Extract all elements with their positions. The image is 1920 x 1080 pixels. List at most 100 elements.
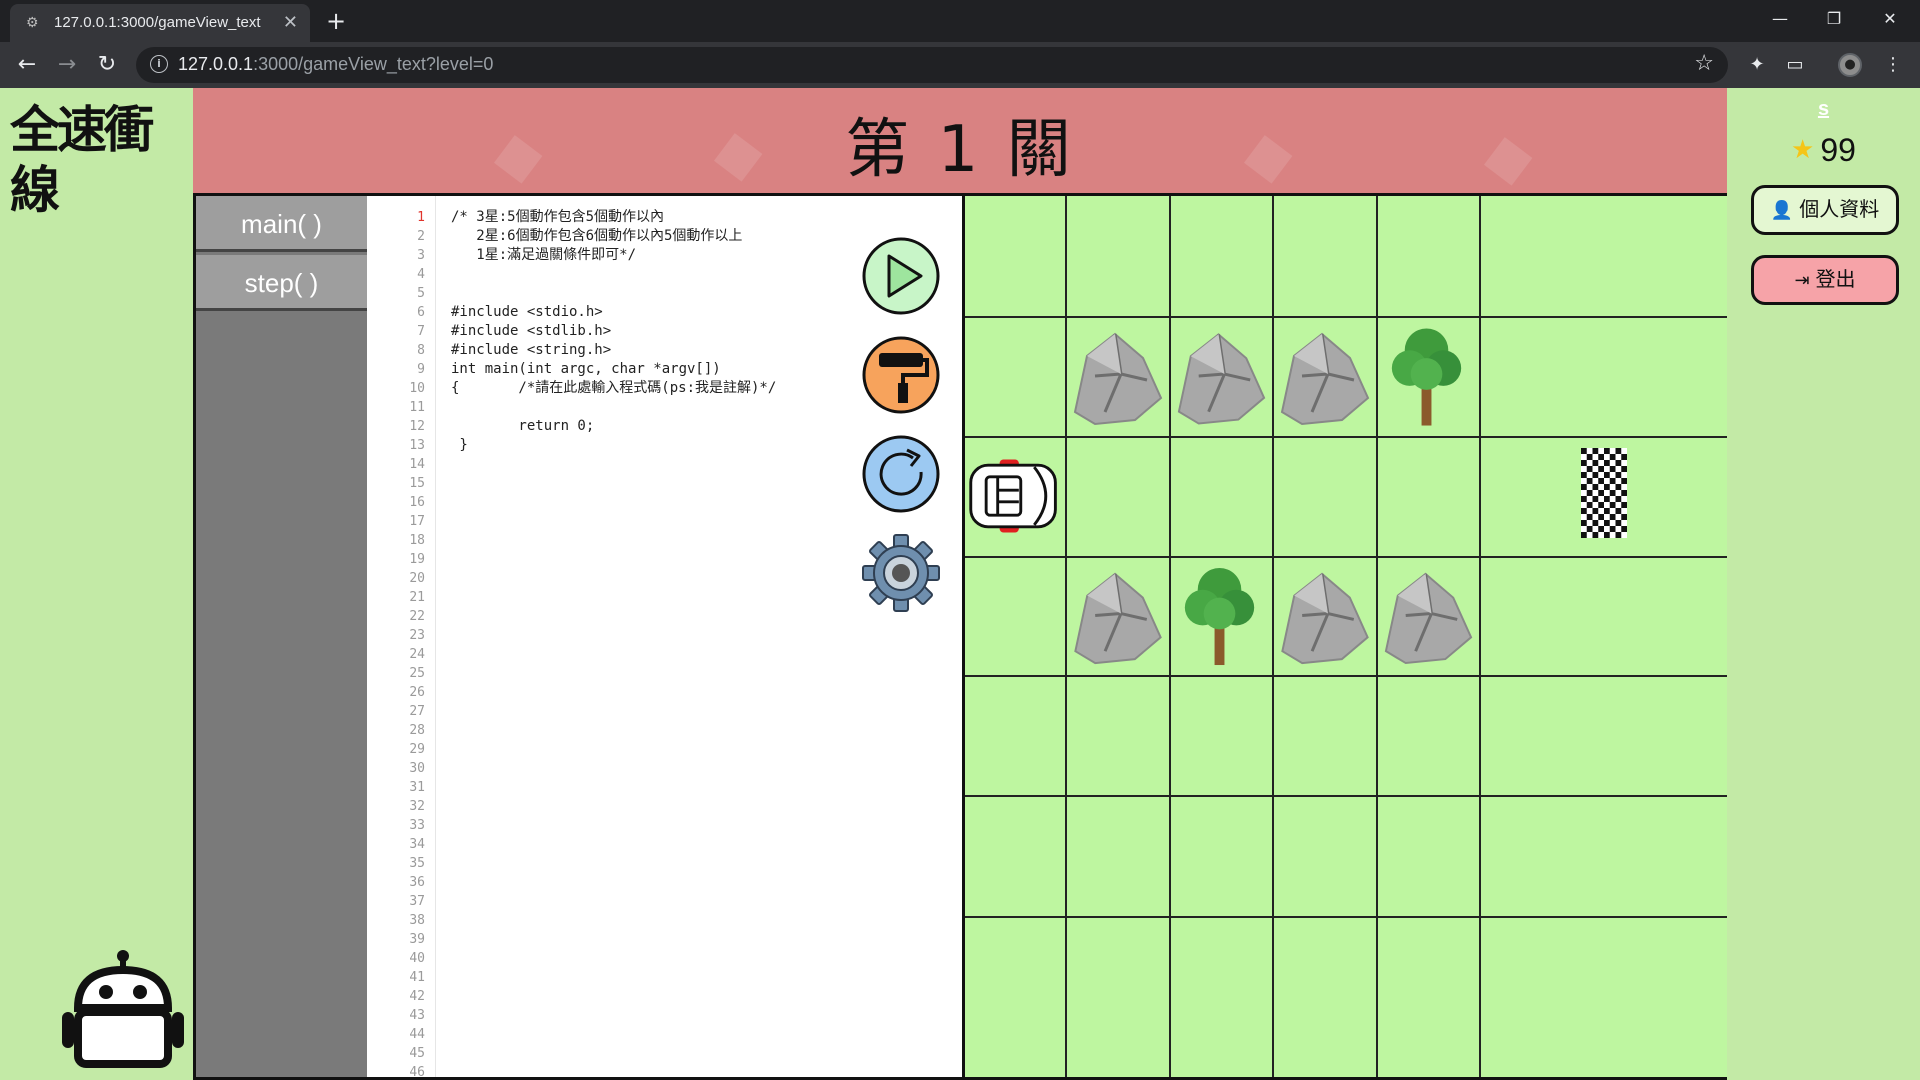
line-number: 18 [409, 533, 425, 548]
grid-line [965, 916, 1727, 918]
forward-arrow-icon[interactable]: → [52, 50, 82, 80]
close-tab-icon[interactable]: ✕ [283, 12, 298, 33]
sign-out-icon: ⇥ [1794, 270, 1810, 290]
line-number: 6 [417, 305, 425, 320]
function-main[interactable]: main( ) [196, 196, 367, 252]
line-number: 23 [409, 628, 425, 643]
profile-button[interactable]: 👤 個人資料 [1751, 185, 1899, 235]
line-number: 22 [409, 609, 425, 624]
line-number: 7 [417, 324, 425, 339]
settings-button[interactable] [861, 533, 941, 613]
line-number: 4 [417, 267, 425, 282]
new-tab-button[interactable]: + [322, 8, 350, 36]
restore-icon[interactable]: ❐ [1806, 0, 1862, 38]
line-number: 40 [409, 951, 425, 966]
rock-icon [1065, 316, 1169, 436]
rock-icon [1272, 316, 1376, 436]
function-list: main( ) step( ) [196, 196, 367, 1077]
gutter-divider [435, 196, 436, 1077]
rock-icon [1376, 556, 1479, 675]
line-number: 10 [409, 381, 425, 396]
line-number: 15 [409, 476, 425, 491]
line-number: 37 [409, 894, 425, 909]
browser-tab-strip: ⚙ 127.0.0.1:3000/gameView_text ✕ + — ❐ ✕ [0, 0, 1920, 42]
extensions-puzzle-icon[interactable]: ✦ [1744, 52, 1770, 78]
line-number: 13 [409, 438, 425, 453]
code-editor[interactable]: 1 2 3 4 5 6 7 8 9 10 11 12 13 14 15 16 17 18 19 20 21 22 23 24 2… [367, 196, 965, 1077]
clear-button[interactable] [861, 335, 941, 415]
line-number: 30 [409, 761, 425, 776]
run-button[interactable] [861, 236, 941, 316]
line-number: 28 [409, 723, 425, 738]
line-number: 17 [409, 514, 425, 529]
car-icon [965, 436, 1065, 556]
robot-mascot-icon[interactable] [58, 948, 188, 1068]
line-number: 5 [417, 286, 425, 301]
menu-kebab-icon[interactable]: ⋮ [1880, 52, 1906, 78]
window-close-icon[interactable]: ✕ [1862, 0, 1918, 38]
extension-icon[interactable]: ▭ [1782, 52, 1808, 78]
site-info-icon[interactable]: i [150, 55, 168, 73]
line-number: 35 [409, 856, 425, 871]
user-icon: 👤 [1770, 200, 1794, 220]
robot-icon [62, 950, 184, 1068]
line-number: 24 [409, 647, 425, 662]
rock-icon [1065, 556, 1169, 675]
play-icon [862, 237, 940, 315]
reload-icon[interactable]: ↻ [92, 50, 122, 80]
rock-icon [1272, 556, 1376, 675]
back-arrow-icon[interactable]: ← [12, 50, 42, 80]
line-number: 38 [409, 913, 425, 928]
grid-line [965, 795, 1727, 797]
level-title: 第 1 關 [845, 113, 1075, 187]
star-score: ★ 99 [1727, 132, 1920, 169]
line-number: 20 [409, 571, 425, 586]
line-number: 2 [417, 229, 425, 244]
line-number: 9 [417, 362, 425, 377]
minimize-icon[interactable]: — [1752, 0, 1808, 38]
url-text: 127.0.0.1:3000/gameView_text?level=0 [178, 54, 494, 74]
address-bar[interactable]: i 127.0.0.1:3000/gameView_text?level=0 ☆ [136, 47, 1728, 83]
line-number: 3 [417, 248, 425, 263]
line-number: 43 [409, 1008, 425, 1023]
level-banner: ◆ ◆ ◆ ◆ 第 1 關 [193, 88, 1727, 193]
code-text[interactable]: /* 3星:5個動作包含5個動作以內 2星:6個動作包含6個動作以內5個動作以上… [451, 208, 871, 455]
username-link[interactable]: s [1727, 98, 1920, 121]
line-number: 36 [409, 875, 425, 890]
line-number: 14 [409, 457, 425, 472]
line-numbers: 1 2 3 4 5 6 7 8 9 10 11 12 13 14 15 16 17 18 19 20 21 22 23 24 2… [367, 208, 425, 1077]
line-number: 33 [409, 818, 425, 833]
line-number: 1 [417, 210, 425, 225]
line-number: 39 [409, 932, 425, 947]
line-number: 29 [409, 742, 425, 757]
line-number: 46 [409, 1065, 425, 1077]
grid-line [965, 675, 1727, 677]
finish-flag-icon [1479, 436, 1727, 556]
line-number: 26 [409, 685, 425, 700]
favicon-icon: ⚙ [26, 14, 39, 30]
profile-avatar-icon[interactable]: ● [1838, 53, 1862, 77]
game-workspace: main( ) step( ) 1 2 3 4 5 6 7 8 9 10 11 12 13 14 15 16 1… [193, 193, 1727, 1080]
browser-toolbar: ← → ↻ i 127.0.0.1:3000/gameView_text?lev… [0, 42, 1920, 88]
star-count: 99 [1820, 132, 1856, 168]
browser-tab[interactable]: ⚙ 127.0.0.1:3000/gameView_text ✕ [10, 4, 310, 42]
grid-line [1479, 196, 1481, 1077]
line-number: 12 [409, 419, 425, 434]
line-number: 45 [409, 1046, 425, 1061]
line-number: 41 [409, 970, 425, 985]
line-number: 31 [409, 780, 425, 795]
game-board[interactable] [965, 196, 1727, 1077]
rock-icon [1169, 316, 1272, 436]
line-number: 44 [409, 1027, 425, 1042]
refresh-icon [862, 435, 940, 513]
line-number: 19 [409, 552, 425, 567]
line-number: 42 [409, 989, 425, 1004]
logout-button[interactable]: ⇥ 登出 [1751, 255, 1899, 305]
gear-icon [862, 534, 940, 612]
reset-button[interactable] [861, 434, 941, 514]
line-number: 27 [409, 704, 425, 719]
line-number: 8 [417, 343, 425, 358]
bookmark-star-icon[interactable]: ☆ [1694, 51, 1714, 76]
function-step[interactable]: step( ) [196, 255, 367, 311]
game-page: 全速衝線 ◆ ◆ ◆ ◆ 第 1 關 main( ) step( ) 12345… [0, 88, 1920, 1080]
